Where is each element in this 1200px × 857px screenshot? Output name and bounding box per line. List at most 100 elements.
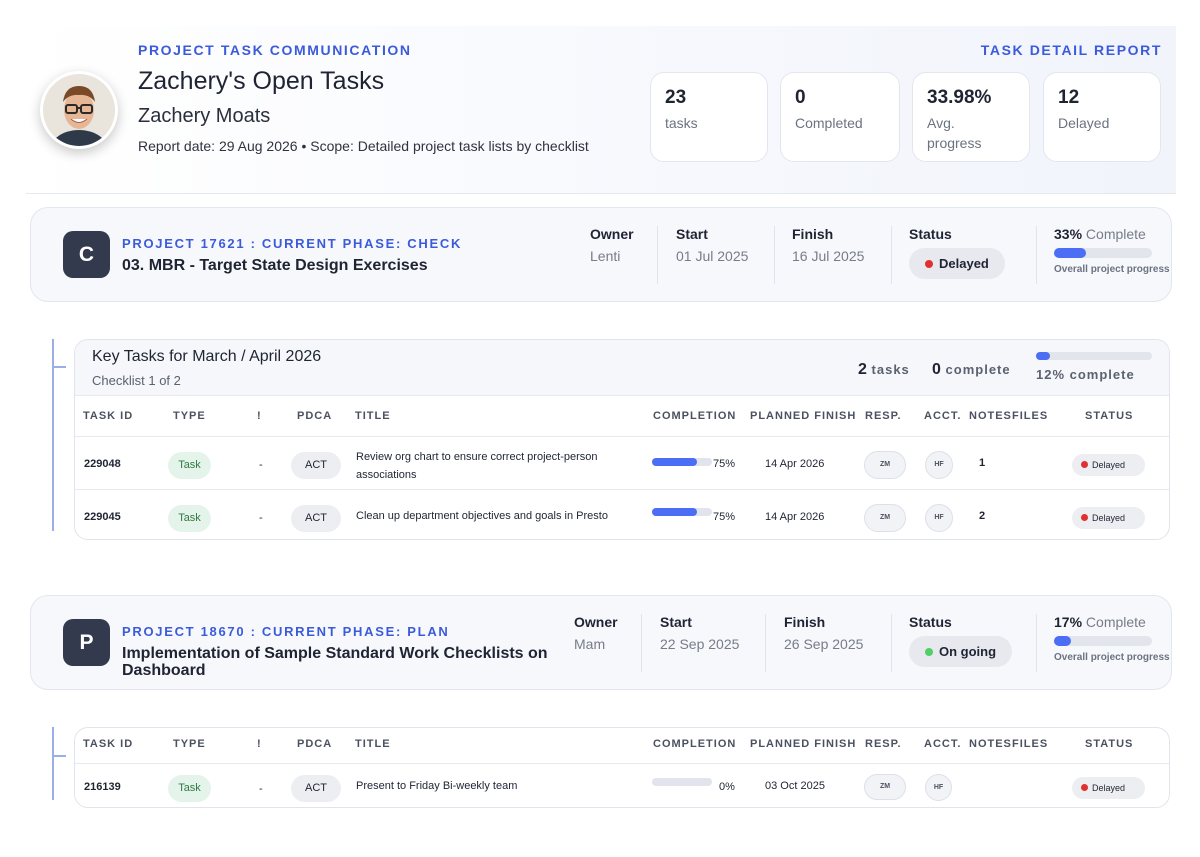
start-label: Start (660, 614, 692, 630)
col-completion[interactable]: COMPLETION (653, 738, 736, 750)
acct-avatar[interactable]: HF (925, 774, 952, 801)
status-text: Delayed (939, 256, 989, 271)
col-pdca[interactable]: PDCA (297, 410, 332, 422)
status-text: Delayed (1092, 460, 1126, 470)
start-value: 01 Jul 2025 (676, 248, 749, 264)
col-status[interactable]: STATUS (1085, 410, 1133, 422)
col-notes[interactable]: NOTES (969, 410, 1012, 422)
col-notes[interactable]: NOTES (969, 738, 1012, 750)
divider (891, 226, 892, 284)
col-resp[interactable]: RESP. (865, 410, 902, 422)
pdca-badge: ACT (291, 775, 341, 802)
col-flag[interactable]: ! (257, 738, 262, 750)
divider (1036, 226, 1037, 284)
completion-label: 75% (713, 511, 736, 523)
stat-card-completed: 0 Completed (780, 72, 900, 162)
checklist-title: Key Tasks for March / April 2026 (92, 348, 322, 365)
col-title[interactable]: TITLE (355, 410, 391, 422)
col-planned-finish[interactable]: PLANNED FINISH (750, 410, 856, 422)
col-pdca[interactable]: PDCA (297, 738, 332, 750)
pdca-badge: ACT (291, 452, 341, 479)
project-progress: 33% Complete Overall project progress (1054, 226, 1170, 275)
col-title[interactable]: TITLE (355, 738, 391, 750)
project-card[interactable]: C PROJECT 17621 : CURRENT PHASE: CHECK 0… (30, 207, 1172, 302)
col-completion[interactable]: COMPLETION (653, 410, 736, 422)
user-photo-icon (43, 74, 115, 146)
status-dot-icon (1081, 461, 1088, 468)
finish-label: Finish (784, 614, 826, 630)
col-status[interactable]: STATUS (1085, 738, 1133, 750)
col-task-id[interactable]: TASK ID (83, 410, 133, 422)
project-card[interactable]: P PROJECT 18670 : CURRENT PHASE: PLAN Im… (30, 595, 1172, 690)
status-badge: On going (909, 636, 1013, 667)
table-row[interactable]: 229045 Task - ACT Clean up department ob… (75, 489, 1169, 539)
task-title[interactable]: Review org chart to ensure correct proje… (356, 448, 631, 484)
stat-value: 23 (665, 87, 687, 108)
project-title[interactable]: 03. MBR - Target State Design Exercises (122, 257, 562, 274)
resp-avatar[interactable]: ZM (864, 504, 906, 532)
task-id: 229048 (84, 458, 121, 470)
progress-caption: Overall project progress (1054, 264, 1170, 275)
project-phase-badge: C (63, 231, 110, 278)
flag-value: - (259, 459, 263, 471)
project-owner: Owner Mam (574, 614, 618, 652)
stat-label: Avg. progress (927, 115, 982, 151)
planned-finish: 03 Oct 2025 (765, 780, 825, 792)
col-files[interactable]: FILES (1012, 738, 1048, 750)
completion-bar (652, 508, 712, 516)
checklist-progress-caption: 12% complete (1036, 367, 1135, 382)
stat-value: 12 (1058, 87, 1080, 108)
task-title[interactable]: Clean up department objectives and goals… (356, 510, 646, 522)
table-row[interactable]: 229048 Task - ACT Review org chart to en… (75, 436, 1169, 489)
col-flag[interactable]: ! (257, 410, 262, 422)
timeline-tick (52, 366, 66, 368)
task-id: 216139 (84, 781, 121, 793)
project-owner: Owner Lenti (590, 226, 634, 264)
col-acct[interactable]: ACCT. (924, 738, 961, 750)
completion-fill (652, 458, 697, 466)
progress-caption: Overall project progress (1054, 652, 1170, 663)
project-title[interactable]: Implementation of Sample Standard Work C… (122, 645, 562, 679)
planned-finish: 14 Apr 2026 (765, 458, 825, 470)
stat-value: 33.98% (927, 87, 992, 108)
status-dot-icon (925, 648, 933, 656)
col-type[interactable]: TYPE (173, 410, 206, 422)
col-acct[interactable]: ACCT. (924, 410, 961, 422)
stat-label: Completed (795, 115, 863, 131)
project-id-phase: PROJECT 18670 : CURRENT PHASE: PLAN (122, 624, 450, 639)
status-dot-icon (1081, 514, 1088, 521)
status-text: Delayed (1092, 783, 1126, 793)
progress-word: Complete (1085, 614, 1146, 630)
divider (891, 614, 892, 672)
finish-label: Finish (792, 226, 834, 242)
col-files[interactable]: FILES (1012, 410, 1048, 422)
resp-avatar[interactable]: ZM (864, 451, 906, 479)
acct-avatar[interactable]: HF (925, 504, 953, 532)
col-type[interactable]: TYPE (173, 738, 206, 750)
col-resp[interactable]: RESP. (865, 738, 902, 750)
notes-count[interactable]: 2 (979, 510, 985, 522)
finish-value: 26 Sep 2025 (784, 636, 864, 652)
task-title[interactable]: Present to Friday Bi-weekly team (356, 780, 646, 792)
owner-value: Lenti (590, 248, 621, 264)
checklist-task-count: 2 tasks (858, 361, 910, 379)
resp-avatar[interactable]: ZM (864, 774, 906, 800)
report-type-label: TASK DETAIL REPORT (980, 42, 1162, 58)
divider (641, 614, 642, 672)
notes-count[interactable]: 1 (979, 457, 985, 469)
status-text: Delayed (1092, 513, 1126, 523)
start-value: 22 Sep 2025 (660, 636, 740, 652)
progress-value: 17% (1054, 614, 1083, 630)
type-badge: Task (168, 505, 211, 532)
project-status: Status Delayed (909, 226, 1005, 279)
table-row[interactable]: 216139 Task - ACT Present to Friday Bi-w… (75, 763, 1169, 807)
status-badge: Delayed (1072, 507, 1145, 529)
acct-avatar[interactable]: HF (925, 451, 953, 479)
progress-word: Complete (1085, 226, 1146, 242)
pdca-badge: ACT (291, 505, 341, 532)
status-badge: Delayed (1072, 454, 1145, 476)
status-badge: Delayed (1072, 777, 1145, 799)
col-task-id[interactable]: TASK ID (83, 738, 133, 750)
col-planned-finish[interactable]: PLANNED FINISH (750, 738, 856, 750)
stat-value: 0 (795, 87, 806, 108)
